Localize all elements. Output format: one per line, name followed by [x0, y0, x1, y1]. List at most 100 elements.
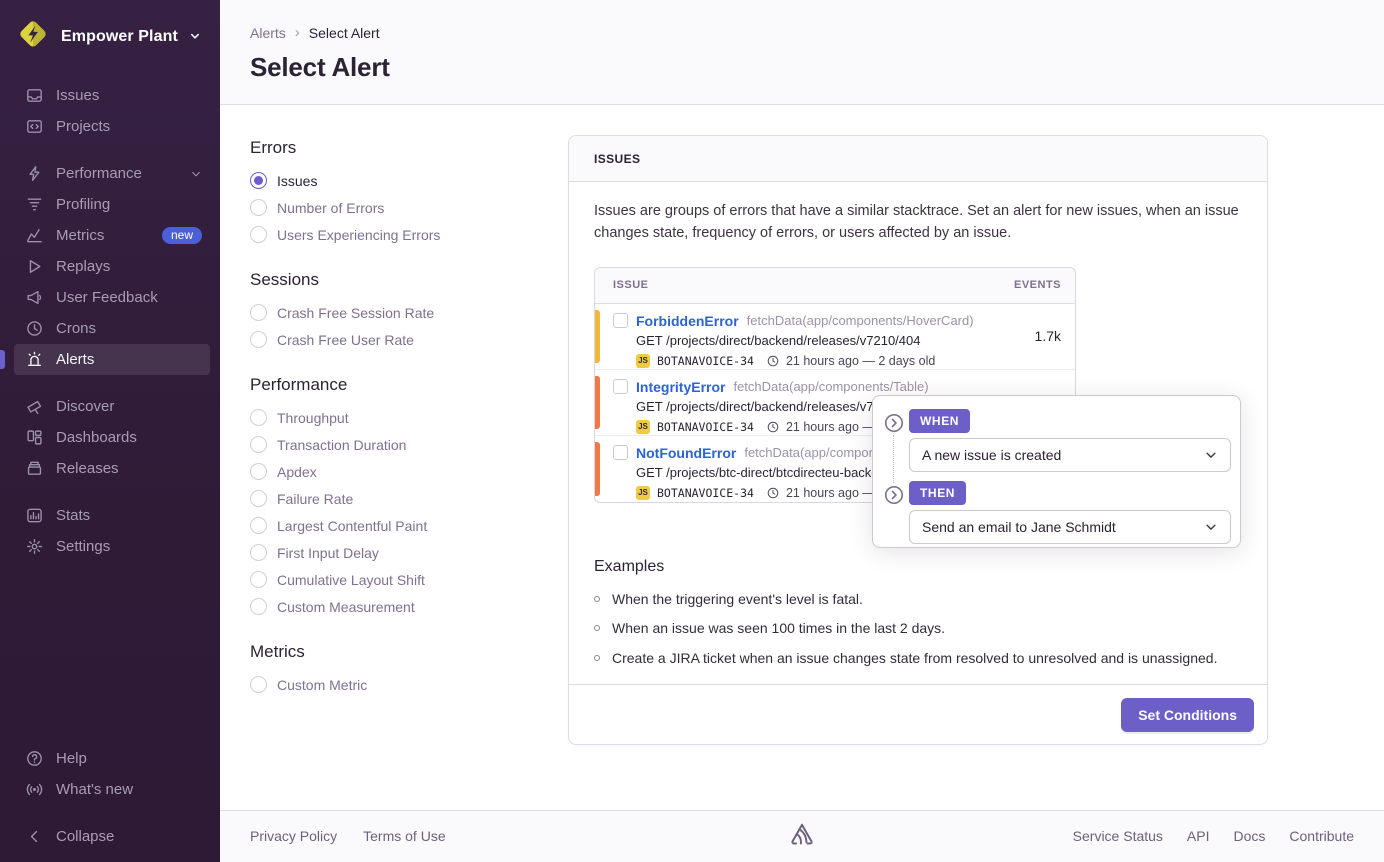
- example-item: When the triggering event's level is fat…: [594, 589, 1242, 609]
- sidebar-item-discover[interactable]: Discover: [14, 391, 210, 422]
- alert-type-option-failure-rate[interactable]: Failure Rate: [250, 485, 555, 512]
- issue-culprit: fetchData(app/components/HoverCard): [747, 313, 974, 328]
- sidebar-item-what-s-new[interactable]: What's new: [14, 774, 210, 805]
- sidebar-nav: IssuesProjects Performance Profiling Metric…: [0, 58, 220, 562]
- new-badge: new: [162, 227, 202, 244]
- sidebar-item-releases[interactable]: Releases: [14, 453, 210, 484]
- radio-icon: [250, 490, 267, 507]
- set-conditions-button[interactable]: Set Conditions: [1121, 698, 1254, 732]
- sidebar-item-profiling[interactable]: Profiling: [14, 189, 210, 220]
- alert-type-option-crash-free-session-rate[interactable]: Crash Free Session Rate: [250, 299, 555, 326]
- sidebar-item-stats[interactable]: Stats: [14, 500, 210, 531]
- footer-right-links: Service Status API Docs Contribute: [1073, 828, 1354, 844]
- issue-detail: GET /projects/direct/backend/releases/v7…: [636, 333, 1015, 348]
- alert-type-option-cumulative-layout-shift[interactable]: Cumulative Layout Shift: [250, 566, 555, 593]
- alert-type-option-crash-free-user-rate[interactable]: Crash Free User Rate: [250, 326, 555, 353]
- sidebar-item-alerts[interactable]: Alerts: [14, 344, 210, 375]
- breadcrumb-alerts[interactable]: Alerts: [250, 25, 286, 41]
- when-condition-value: A new issue is created: [922, 447, 1061, 463]
- issue-culprit: fetchData(app/components/Table): [733, 379, 928, 394]
- radio-label: Crash Free User Rate: [277, 332, 414, 348]
- collapse-label: Collapse: [56, 828, 114, 845]
- org-switcher[interactable]: Empower Plant: [0, 0, 220, 58]
- footer-link-docs[interactable]: Docs: [1234, 828, 1266, 844]
- sidebar-item-crons[interactable]: Crons: [14, 313, 210, 344]
- sidebar-item-user-feedback[interactable]: User Feedback: [14, 282, 210, 313]
- issue-checkbox[interactable]: [613, 379, 628, 394]
- footer-link-privacy-policy[interactable]: Privacy Policy: [250, 828, 337, 844]
- sidebar-item-label: User Feedback: [56, 289, 158, 306]
- alert-type-option-apdex[interactable]: Apdex: [250, 458, 555, 485]
- radio-icon: [250, 409, 267, 426]
- alert-type-group-errors: ErrorsIssuesNumber of ErrorsUsers Experi…: [250, 138, 555, 248]
- alert-type-option-transaction-duration[interactable]: Transaction Duration: [250, 431, 555, 458]
- sidebar: Empower Plant IssuesProjects Performance P…: [0, 0, 220, 862]
- issue-short-id: BOTANAVOICE-34: [657, 354, 754, 368]
- project-platform-badge: JS: [636, 420, 650, 434]
- sidebar-item-dashboards[interactable]: Dashboards: [14, 422, 210, 453]
- profiling-icon: [26, 196, 43, 213]
- sidebar-item-label: Releases: [56, 460, 119, 477]
- issue-checkbox[interactable]: [613, 313, 628, 328]
- radio-icon: [250, 436, 267, 453]
- clock-icon: [767, 421, 779, 433]
- alert-type-option-custom-measurement[interactable]: Custom Measurement: [250, 593, 555, 620]
- sidebar-item-projects[interactable]: Projects: [14, 111, 210, 142]
- then-action-select[interactable]: Send an email to Jane Schmidt: [909, 510, 1231, 544]
- alert-type-option-throughput[interactable]: Throughput: [250, 404, 555, 431]
- radio-icon: [250, 571, 267, 588]
- then-badge: THEN: [909, 481, 966, 505]
- chevron-right-circled-icon: [884, 413, 904, 433]
- example-item: When an issue was seen 100 times in the …: [594, 618, 1242, 638]
- radio-label: Failure Rate: [277, 491, 353, 507]
- sidebar-item-label: Crons: [56, 320, 96, 337]
- sidebar-item-replays[interactable]: Replays: [14, 251, 210, 282]
- alert-type-option-first-input-delay[interactable]: First Input Delay: [250, 539, 555, 566]
- when-condition-select[interactable]: A new issue is created: [909, 438, 1231, 472]
- footer-link-service-status[interactable]: Service Status: [1073, 828, 1163, 844]
- footer-link-api[interactable]: API: [1187, 828, 1210, 844]
- clock-icon: [767, 355, 779, 367]
- sidebar-item-help[interactable]: Help: [14, 743, 210, 774]
- sidebar-item-performance[interactable]: Performance: [14, 158, 210, 189]
- alert-type-group-heading: Metrics: [250, 642, 555, 662]
- alert-type-option-issues[interactable]: Issues: [250, 167, 555, 194]
- issue-link[interactable]: NotFoundError: [636, 445, 736, 461]
- footer-link-contribute[interactable]: Contribute: [1289, 828, 1354, 844]
- when-badge: WHEN: [909, 409, 970, 433]
- issue-checkbox[interactable]: [613, 445, 628, 460]
- sidebar-item-label: Metrics: [56, 227, 104, 244]
- alert-type-group-sessions: Sessions Crash Free Session Rate Crash Fre…: [250, 270, 555, 353]
- alert-type-option-number-of-errors[interactable]: Number of Errors: [250, 194, 555, 221]
- sidebar-item-label: Stats: [56, 507, 90, 524]
- project-platform-badge: JS: [636, 354, 650, 368]
- project-platform-badge: JS: [636, 486, 650, 500]
- column-events: EVENTS: [1014, 279, 1061, 291]
- sidebar-item-metrics[interactable]: Metrics new: [14, 220, 210, 251]
- alert-type-option-custom-metric[interactable]: Custom Metric: [250, 671, 555, 698]
- footer-link-terms-of-use[interactable]: Terms of Use: [363, 828, 445, 844]
- releases-icon: [26, 460, 43, 477]
- collapse-button[interactable]: Collapse: [14, 821, 210, 852]
- radio-label: Largest Contentful Paint: [277, 518, 427, 534]
- alert-type-option-largest-contentful-paint[interactable]: Largest Contentful Paint: [250, 512, 555, 539]
- radio-label: Issues: [277, 173, 317, 189]
- sidebar-item-issues[interactable]: Issues: [14, 80, 210, 111]
- alert-type-group-heading: Sessions: [250, 270, 555, 290]
- chevron-right-icon: ›: [295, 24, 300, 41]
- issue-short-id: BOTANAVOICE-34: [657, 420, 754, 434]
- clock-icon: [767, 487, 779, 499]
- radio-label: Cumulative Layout Shift: [277, 572, 425, 588]
- sidebar-item-label: Profiling: [56, 196, 110, 213]
- bullet-icon: [594, 596, 600, 602]
- issue-link[interactable]: ForbiddenError: [636, 313, 739, 329]
- page-title: Select Alert: [250, 52, 390, 83]
- page-footer: Privacy Policy Terms of Use Service Statu…: [220, 810, 1384, 862]
- sidebar-item-label: Alerts: [56, 351, 94, 368]
- alert-type-option-users-experiencing-errors[interactable]: Users Experiencing Errors: [250, 221, 555, 248]
- radio-icon: [250, 544, 267, 561]
- sidebar-item-label: Help: [56, 750, 87, 767]
- level-indicator: [595, 310, 600, 363]
- issue-link[interactable]: IntegrityError: [636, 379, 725, 395]
- sidebar-item-settings[interactable]: Settings: [14, 531, 210, 562]
